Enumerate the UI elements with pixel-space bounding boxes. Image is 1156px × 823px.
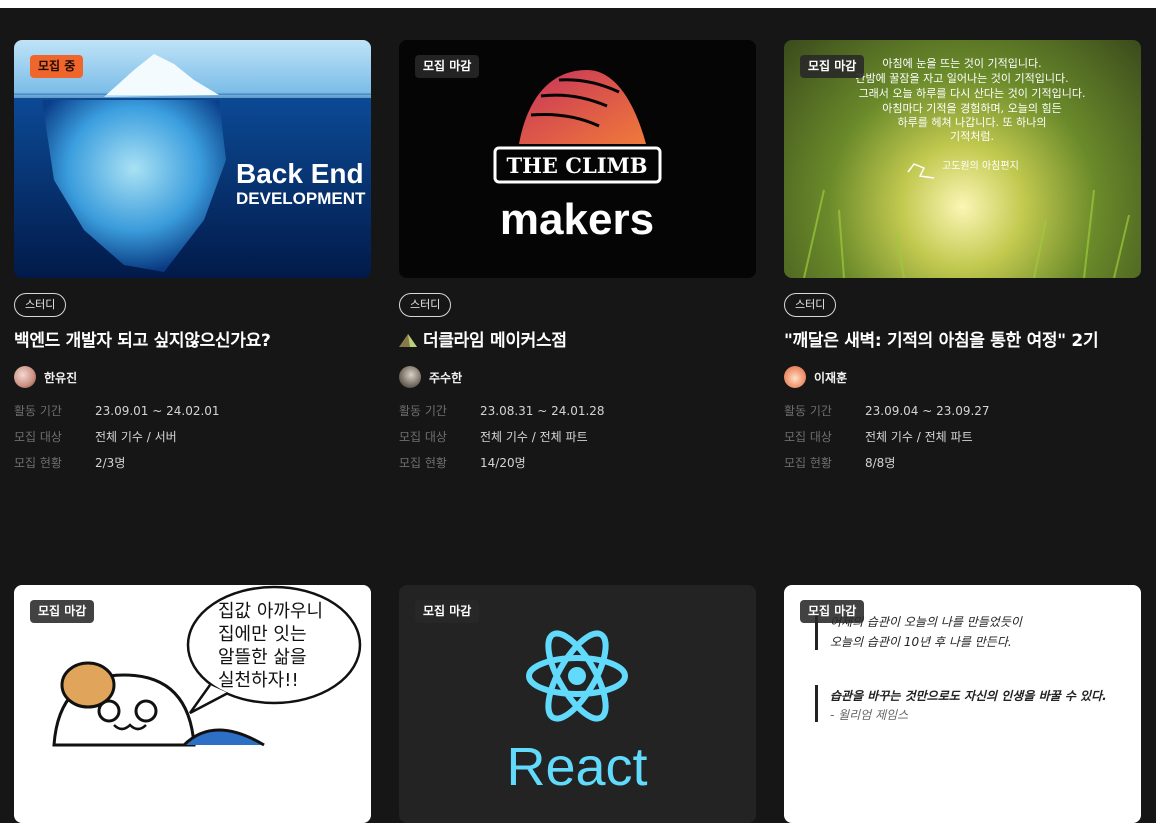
period-value: 23.09.01 ~ 24.02.01	[95, 404, 220, 418]
poem-line: 기적처럼.	[950, 130, 994, 143]
status-value: 14/20명	[480, 456, 526, 470]
quote-line: 습관을 바꾸는 것만으로도 자신의 인생을 바꿀 수 있다.	[830, 689, 1107, 703]
category-tag: 스터디	[784, 293, 837, 317]
status-label: 모집 현황	[784, 456, 832, 470]
status-badge: 모집 마감	[800, 600, 865, 623]
card-info: 활동 기간 23.08.31 ~ 24.01.28 모집 대상 전체 기수 / 전체…	[399, 402, 605, 480]
quote-author: - 윌리엄 제임스	[830, 708, 909, 722]
study-card[interactable]: 어제의 습관이 오늘의 나를 만들었듯이 오늘의 습관이 10년 후 나를 만든…	[784, 585, 1141, 823]
status-value: 8/8명	[865, 456, 896, 470]
target-value: 전체 기수 / 전체 파트	[480, 430, 588, 444]
status-label: 모집 현황	[14, 456, 62, 470]
card-info: 활동 기간 23.09.01 ~ 24.02.01 모집 대상 전체 기수 / 서버…	[14, 402, 220, 480]
thumb-line1: THE CLIMB	[506, 153, 647, 178]
comic-line: 실천하자!!	[218, 670, 299, 691]
poem-line: 아침마다 기적을 경험하며, 오늘의 힘든	[882, 101, 1061, 115]
card-thumbnail: Back End DEVELOPMENT 모집 중	[14, 40, 371, 278]
period-label: 활동 기간	[399, 404, 447, 418]
period-value: 23.09.04 ~ 23.09.27	[865, 404, 990, 418]
status-badge: 모집 중	[30, 55, 84, 78]
poem-line: 그래서 오늘 하루를 다시 산다는 것이 기적입니다.	[859, 86, 1086, 100]
thumb-word: React	[506, 737, 647, 797]
status-value: 2/3명	[95, 456, 126, 470]
status-badge: 모집 마감	[30, 600, 95, 623]
status-label: 모집 현황	[399, 456, 447, 470]
category-tag: 스터디	[14, 293, 67, 317]
thumb-line2: DEVELOPMENT	[236, 189, 366, 208]
thumb-line2: makers	[500, 195, 654, 244]
poem-line: 하루를 헤쳐 나갑니다. 또 하나의	[897, 115, 1046, 129]
poem-signature: 고도원의 아침편지	[942, 160, 1019, 172]
card-title[interactable]: 더클라임 메이커스점	[399, 326, 756, 352]
target-label: 모집 대상	[399, 430, 447, 444]
mountain-icon	[399, 332, 417, 352]
status-badge: 모집 마감	[415, 55, 480, 78]
card-title-text: 더클라임 메이커스점	[423, 331, 567, 351]
period-label: 활동 기간	[784, 404, 832, 418]
poem-line: 아침에 눈을 뜨는 것이 기적입니다.	[882, 57, 1041, 70]
card-thumbnail: 아침에 눈을 뜨는 것이 기적입니다. 간밤에 꿀잠을 자고 일어나는 것이 기…	[784, 40, 1141, 278]
target-value: 전체 기수 / 서버	[95, 430, 177, 444]
comic-line: 알뜰한 삶을	[218, 647, 307, 668]
study-card[interactable]: Back End DEVELOPMENT 모집 중 스터디 백엔드 개발자 되고…	[14, 40, 371, 470]
status-badge: 모집 마감	[800, 55, 865, 78]
category-tag: 스터디	[399, 293, 452, 317]
card-title[interactable]: "깨달은 새벽: 기적의 아침을 통한 여정" 2기	[784, 326, 1141, 351]
avatar	[399, 366, 421, 388]
author: 한유진	[14, 366, 77, 388]
comic-line: 집값 아까우니	[218, 601, 323, 622]
period-value: 23.08.31 ~ 24.01.28	[480, 404, 605, 418]
target-value: 전체 기수 / 전체 파트	[865, 430, 973, 444]
author: 이재훈	[784, 366, 847, 388]
card-thumbnail: THE CLIMB makers 모집 마감	[399, 40, 756, 278]
card-thumbnail: 어제의 습관이 오늘의 나를 만들었듯이 오늘의 습관이 10년 후 나를 만든…	[784, 585, 1141, 823]
poem-line: 간밤에 꿀잠을 자고 일어나는 것이 기적입니다.	[855, 71, 1068, 85]
author: 주수한	[399, 366, 462, 388]
target-label: 모집 대상	[14, 430, 62, 444]
quote-line: 오늘의 습관이 10년 후 나를 만든다.	[830, 635, 1012, 649]
avatar	[784, 366, 806, 388]
study-card[interactable]: React 모집 마감	[399, 585, 756, 823]
card-title[interactable]: 백엔드 개발자 되고 싶지않으신가요?	[14, 326, 371, 351]
period-label: 활동 기간	[14, 404, 62, 418]
card-thumbnail: React 모집 마감	[399, 585, 756, 823]
thumb-line1: Back End	[236, 158, 364, 189]
author-name: 이재훈	[814, 370, 848, 385]
card-info: 활동 기간 23.09.04 ~ 23.09.27 모집 대상 전체 기수 / 전체…	[784, 402, 990, 480]
comic-line: 집에만 잇는	[218, 624, 307, 645]
target-label: 모집 대상	[784, 430, 832, 444]
study-card[interactable]: 아침에 눈을 뜨는 것이 기적입니다. 간밤에 꿀잠을 자고 일어나는 것이 기…	[784, 40, 1141, 470]
study-card[interactable]: THE CLIMB makers 모집 마감 스터디 더클라임 메이커스점 주수…	[399, 40, 756, 470]
status-badge: 모집 마감	[415, 600, 480, 623]
avatar	[14, 366, 36, 388]
top-edge	[0, 0, 1156, 8]
author-name: 한유진	[44, 370, 78, 385]
card-thumbnail: 집값 아까우니 집에만 잇는 알뜰한 삶을 실천하자!! 모집 마감	[14, 585, 371, 823]
study-card[interactable]: 집값 아까우니 집에만 잇는 알뜰한 삶을 실천하자!! 모집 마감	[14, 585, 371, 823]
author-name: 주수한	[429, 370, 463, 385]
